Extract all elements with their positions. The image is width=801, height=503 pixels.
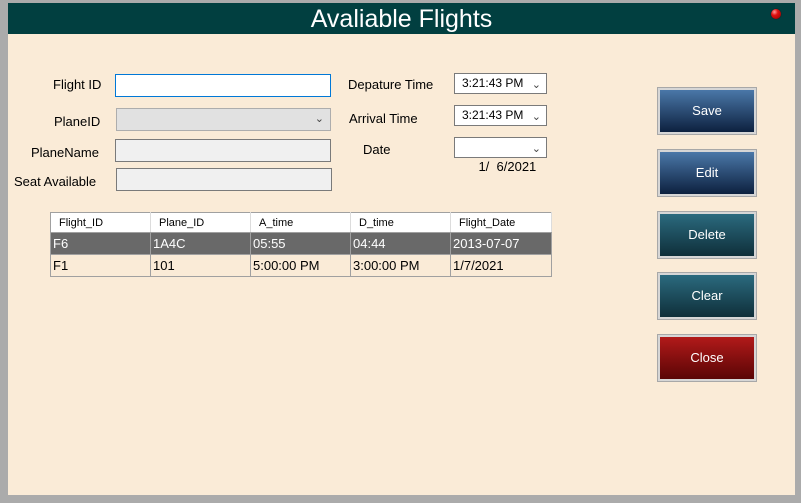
cell-d-time[interactable]: 04:44 bbox=[350, 232, 451, 255]
plane-id-label: PlaneID bbox=[54, 114, 101, 129]
cell-plane-id[interactable]: 101 bbox=[150, 254, 251, 277]
cell-flight-id[interactable]: F1 bbox=[50, 254, 151, 277]
departure-time-label: Depature Time bbox=[348, 77, 434, 92]
date-picker[interactable]: 1/ 6/2021 ⌄ bbox=[454, 137, 547, 174]
cell-flight-date[interactable]: 2013-07-07 bbox=[450, 232, 552, 255]
cell-d-time[interactable]: 3:00:00 PM bbox=[350, 254, 451, 277]
cell-flight-id[interactable]: F6 bbox=[50, 232, 151, 255]
cell-flight-date[interactable]: 1/7/2021 bbox=[450, 254, 552, 277]
date-label: Date bbox=[363, 142, 391, 157]
plane-id-dropdown[interactable]: ⌄ bbox=[116, 108, 331, 131]
clear-button[interactable]: Clear bbox=[657, 272, 757, 320]
plane-name-label: PlaneName bbox=[31, 145, 99, 160]
edit-button[interactable]: Edit bbox=[657, 149, 757, 197]
seat-available-input[interactable] bbox=[116, 168, 332, 191]
table-row[interactable]: F6 1A4C 05:55 04:44 2013-07-07 bbox=[50, 232, 552, 255]
arrival-time-label: Arrival Time bbox=[349, 111, 418, 126]
column-header-flight-date[interactable]: Flight_Date bbox=[450, 212, 552, 233]
column-header-d-time[interactable]: D_time bbox=[350, 212, 451, 233]
save-button[interactable]: Save bbox=[657, 87, 757, 135]
close-button[interactable]: Close bbox=[657, 334, 757, 382]
date-value: 1/ 6/2021 bbox=[478, 159, 537, 174]
column-header-plane-id[interactable]: Plane_ID bbox=[150, 212, 251, 233]
chevron-down-icon: ⌄ bbox=[531, 143, 541, 155]
cell-a-time[interactable]: 05:55 bbox=[250, 232, 351, 255]
flight-id-label: Flight ID bbox=[53, 77, 102, 92]
window-title: Avaliable Flights bbox=[310, 5, 493, 33]
flight-id-input[interactable] bbox=[115, 74, 331, 97]
arrival-time-value: 3:21:43 PM bbox=[462, 108, 524, 122]
status-indicator-icon bbox=[771, 9, 781, 19]
flights-grid[interactable]: Flight_ID Plane_ID A_time D_time Flight_… bbox=[50, 212, 552, 277]
departure-time-value: 3:21:43 PM bbox=[462, 76, 524, 90]
chevron-down-icon: ⌄ bbox=[531, 111, 541, 123]
grid-header-row: Flight_ID Plane_ID A_time D_time Flight_… bbox=[50, 212, 552, 233]
table-row[interactable]: F1 101 5:00:00 PM 3:00:00 PM 1/7/2021 bbox=[50, 254, 552, 277]
seat-available-label: Seat Available bbox=[14, 174, 97, 189]
cell-plane-id[interactable]: 1A4C bbox=[150, 232, 251, 255]
chevron-down-icon: ⌄ bbox=[314, 113, 324, 125]
column-header-a-time[interactable]: A_time bbox=[250, 212, 351, 233]
plane-name-input[interactable] bbox=[115, 139, 331, 162]
cell-a-time[interactable]: 5:00:00 PM bbox=[250, 254, 351, 277]
column-header-flight-id[interactable]: Flight_ID bbox=[50, 212, 151, 233]
arrival-time-picker[interactable]: 3:21:43 PM ⌄ bbox=[454, 105, 547, 126]
chevron-down-icon: ⌄ bbox=[531, 79, 541, 91]
available-flights-window: Avaliable Flights Flight ID PlaneID ⌄ Pl… bbox=[8, 3, 795, 495]
delete-button[interactable]: Delete bbox=[657, 211, 757, 259]
title-bar: Avaliable Flights bbox=[8, 3, 795, 34]
departure-time-picker[interactable]: 3:21:43 PM ⌄ bbox=[454, 73, 547, 94]
